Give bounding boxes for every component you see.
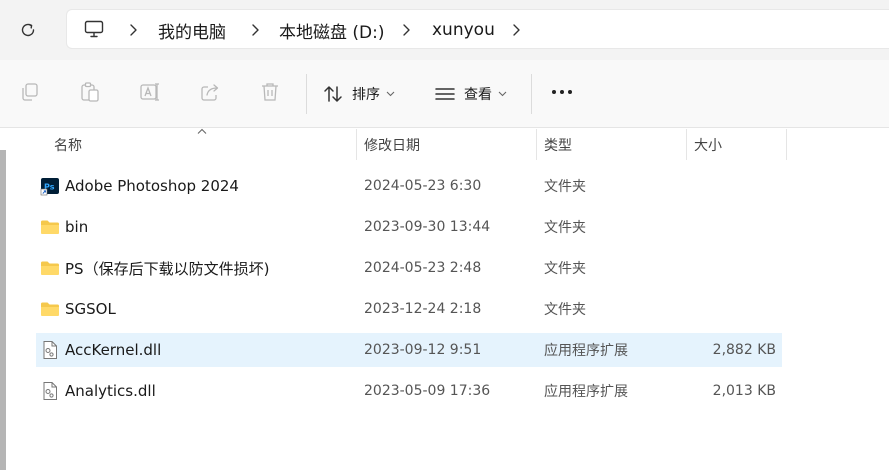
view-button[interactable]: 查看 [434, 74, 507, 114]
file-name: SGSOL [65, 300, 116, 318]
file-modified-date: 2023-05-09 17:36 [364, 383, 491, 399]
dll-file-icon [43, 341, 57, 359]
file-row-analytics-dll[interactable]: Analytics.dll 2023-05-09 17:36 应用程序扩展 2,… [36, 374, 782, 408]
breadcrumb-separator[interactable] [126, 22, 140, 38]
column-divider[interactable] [356, 129, 357, 160]
file-name: bin [65, 218, 89, 236]
folder-icon [41, 261, 59, 275]
file-size: 2,882 KB [712, 342, 776, 358]
file-modified-date: 2024-05-23 2:48 [364, 260, 482, 276]
file-modified-date: 2023-12-24 2:18 [364, 301, 482, 317]
dll-file-icon [43, 382, 57, 400]
file-row-bin[interactable]: bin 2023-09-30 13:44 文件夹 [36, 210, 782, 244]
file-row-ps-folder[interactable]: PS（保存后下载以防文件损坏) 2024-05-23 2:48 文件夹 [36, 251, 782, 285]
photoshop-shortcut-icon: Ps [40, 178, 59, 196]
chevron-right-icon [130, 24, 137, 36]
delete-button[interactable] [258, 80, 282, 104]
chevron-down-icon [498, 91, 507, 97]
more-dots-icon [552, 90, 572, 94]
file-type: 应用程序扩展 [544, 343, 628, 359]
folder-icon [41, 220, 59, 234]
file-modified-date: 2023-09-30 13:44 [364, 219, 491, 235]
breadcrumb-separator[interactable] [509, 22, 523, 38]
trash-icon [262, 83, 278, 101]
column-header-modified[interactable]: 修改日期 [364, 129, 420, 160]
file-modified-date: 2024-05-23 6:30 [364, 178, 482, 194]
column-divider[interactable] [536, 129, 537, 160]
file-row-sgsol[interactable]: SGSOL 2023-12-24 2:18 文件夹 [36, 292, 782, 326]
column-header-size[interactable]: 大小 [694, 129, 722, 160]
file-name: Adobe Photoshop 2024 [65, 177, 239, 195]
sort-ascending-caret-icon [197, 128, 207, 134]
column-divider[interactable] [786, 129, 787, 160]
breadcrumb-my-computer[interactable]: 我的电脑 [158, 10, 226, 50]
sort-label: 排序 [352, 87, 380, 103]
refresh-icon [21, 23, 35, 37]
file-name: Analytics.dll [65, 382, 156, 400]
file-row-acckernel-dll[interactable]: AccKernel.dll 2023-09-12 9:51 应用程序扩展 2,8… [36, 333, 782, 367]
file-type: 文件夹 [544, 220, 586, 236]
address-bar[interactable]: 我的电脑 本地磁盘 (D:) xunyou [66, 9, 889, 49]
copy-icon [22, 83, 38, 101]
more-options-button[interactable] [550, 80, 574, 104]
share-icon [201, 84, 219, 101]
view-list-icon [435, 88, 455, 100]
breadcrumb-xunyou[interactable]: xunyou [432, 10, 495, 50]
breadcrumb-separator[interactable] [248, 22, 262, 38]
breadcrumb-local-disk-d[interactable]: 本地磁盘 (D:) [279, 10, 385, 50]
this-pc-button[interactable] [83, 18, 107, 42]
file-type: 文件夹 [544, 179, 586, 195]
rename-icon [140, 83, 159, 101]
copy-button[interactable] [18, 80, 42, 104]
column-header-name[interactable]: 名称 [54, 129, 82, 160]
chevron-right-icon [403, 24, 410, 36]
file-name: PS（保存后下载以防文件损坏) [65, 259, 270, 278]
file-modified-date: 2023-09-12 9:51 [364, 342, 482, 358]
command-bar: 排序 查看 [0, 60, 889, 128]
breadcrumb-separator[interactable] [399, 22, 413, 38]
file-type: 文件夹 [544, 302, 586, 318]
toolbar-divider [531, 74, 532, 114]
file-row-adobe-photoshop-2024[interactable]: Ps Adobe Photoshop 2024 2024-05-23 6:30 … [36, 169, 782, 203]
sort-button[interactable]: 排序 [322, 74, 395, 114]
folder-icon [41, 302, 59, 316]
paste-button[interactable] [78, 80, 102, 104]
address-bar-region: 我的电脑 本地磁盘 (D:) xunyou [0, 0, 889, 60]
file-type: 文件夹 [544, 261, 586, 277]
column-header-type[interactable]: 类型 [544, 129, 572, 160]
chevron-down-icon [386, 91, 395, 97]
computer-icon [84, 20, 104, 38]
paste-icon [81, 82, 99, 102]
view-label: 查看 [464, 87, 492, 103]
share-button[interactable] [198, 80, 222, 104]
navigation-pane-edge [0, 150, 6, 470]
file-name: AccKernel.dll [65, 341, 162, 359]
chevron-right-icon [513, 24, 520, 36]
sort-arrows-icon [324, 86, 342, 102]
chevron-right-icon [252, 24, 259, 36]
file-type: 应用程序扩展 [544, 384, 628, 400]
refresh-button[interactable] [14, 16, 42, 44]
rename-button[interactable] [138, 80, 162, 104]
column-divider[interactable] [686, 129, 687, 160]
toolbar-divider [306, 74, 307, 114]
file-size: 2,013 KB [712, 383, 776, 399]
